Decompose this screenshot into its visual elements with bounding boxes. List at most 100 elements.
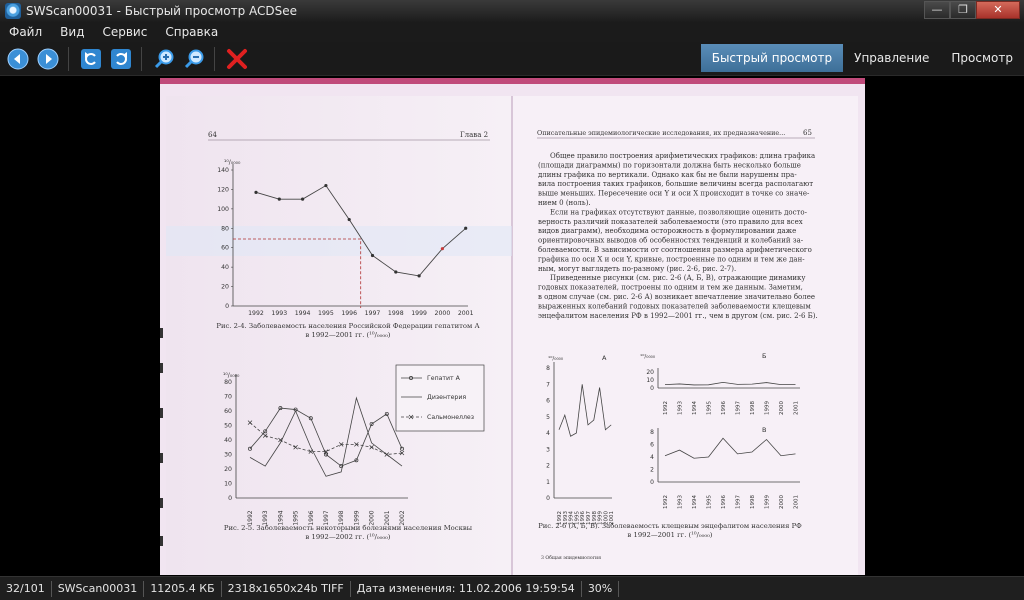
- maximize-button[interactable]: ❐: [950, 1, 976, 19]
- fig26c-label: В: [762, 426, 766, 434]
- fig26c-y-tick-label: 0: [650, 479, 654, 486]
- rotate-left-button[interactable]: [79, 47, 103, 71]
- fig24-x-tick-label: 1994: [295, 310, 311, 317]
- fig24-x-tick-label: 1995: [318, 310, 334, 317]
- fig26c-x-tick-label: 1993: [678, 495, 684, 509]
- fig26c-x-tick-label: 1995: [707, 495, 713, 509]
- menu-tools[interactable]: Сервис: [100, 25, 149, 39]
- fig24-x-tick-label: 1993: [271, 310, 287, 317]
- fig26b-y-tick-label: 0: [650, 385, 654, 392]
- next-button[interactable]: [36, 47, 60, 71]
- zoom-in-button[interactable]: [152, 47, 176, 71]
- fig25-y-tick-label: 0: [228, 495, 232, 502]
- fig26c-x-tick-label: 1998: [750, 495, 756, 509]
- fig24-x-tick-label: 2001: [458, 310, 474, 317]
- image-viewer[interactable]: 64 Глава 2 Описательные эпидемиологическ…: [0, 77, 1024, 576]
- close-button[interactable]: ✕: [976, 1, 1020, 19]
- rotate-right-button[interactable]: [109, 47, 133, 71]
- left-header: Глава 2: [460, 131, 488, 139]
- text-line: ным, могут выглядеть по-разному (рис. 2-…: [538, 265, 736, 273]
- fig24-point: [464, 226, 468, 230]
- text-line: энцефалитом населения РФ в 1992—2001 гг.…: [538, 312, 818, 320]
- fig26b-x-tick-label: 2000: [779, 401, 785, 415]
- fig24-point: [277, 197, 281, 201]
- fig26c-y-tick-label: 6: [650, 442, 654, 449]
- fig26c-x-tick-label: 2000: [779, 495, 785, 509]
- right-page-text: Общее правило построения арифметических …: [538, 152, 818, 320]
- fig26b-x-tick-label: 1994: [692, 401, 698, 415]
- fig24-y-tick-label: 80: [221, 225, 229, 232]
- page-footer-note: 3 Общая эпидемиология: [541, 554, 601, 561]
- scan-svg: 64 Глава 2 Описательные эпидемиологическ…: [160, 78, 865, 575]
- fig26a-y-tick-label: 8: [546, 365, 550, 372]
- window-title: SWScan00031 - Быстрый просмотр ACDSee: [26, 4, 298, 18]
- fig24-y-tick-label: 60: [221, 245, 229, 252]
- fig26c-x-tick-label: 1994: [692, 495, 698, 509]
- fig26c-x-tick-label: 1997: [736, 495, 742, 509]
- fig25-legend-label: Дизентерия: [427, 394, 466, 401]
- fig26-caption-line2: в 1992—2001 гг. (¹⁰/₀₀₀₀): [628, 531, 713, 539]
- window-controls: — ❐ ✕: [924, 1, 1020, 19]
- text-line: выше меньших. Пересечение оси Y и оси X …: [538, 190, 810, 198]
- fig26b-x-tick-label: 1993: [678, 401, 684, 415]
- menu-file[interactable]: Файл: [7, 25, 44, 39]
- menu-view[interactable]: Вид: [58, 25, 86, 39]
- text-line: длины графика по вертикали. Однако как б…: [538, 171, 797, 179]
- fig26a-label: А: [602, 354, 607, 362]
- text-line: болеваемости. В зависимости от соотношен…: [538, 246, 812, 254]
- tab-view[interactable]: Просмотр: [940, 44, 1024, 72]
- text-line: видов диаграмм), необходима осторожность…: [538, 227, 796, 235]
- fig24-point: [394, 270, 398, 274]
- menu-help[interactable]: Справка: [163, 25, 220, 39]
- zoom-in-icon: [154, 49, 174, 68]
- fig25-y-tick-label: 10: [224, 481, 232, 488]
- fig25-caption-line2: в 1992—2002 гг. (¹⁰/₀₀₀₀): [306, 533, 391, 541]
- scan-top-edge: [160, 78, 865, 84]
- tab-quick-view[interactable]: Быстрый просмотр: [700, 44, 844, 72]
- delete-button[interactable]: [225, 47, 249, 71]
- fig26a-y-tick-label: 6: [546, 398, 550, 405]
- fig26b-x-tick-label: 1995: [707, 401, 713, 415]
- fig25-caption-line1: Рис. 2-5. Заболеваемость некоторыми боле…: [224, 524, 473, 532]
- fig24-caption-line1: Рис. 2-4. Заболеваемость населения Росси…: [216, 322, 480, 330]
- previous-button[interactable]: [6, 47, 30, 71]
- fig24-point: [440, 247, 444, 251]
- fig25-y-tick-label: 60: [224, 408, 232, 415]
- acdsee-app-icon: [5, 3, 21, 19]
- fig26a-y-tick-label: 3: [546, 446, 550, 453]
- minimize-button[interactable]: —: [924, 1, 950, 19]
- fig24-point: [417, 274, 421, 278]
- fig24-point: [370, 253, 375, 258]
- title-bar: SWScan00031 - Быстрый просмотр ACDSee — …: [0, 0, 1024, 22]
- text-line: Если на графиках отсутствуют данные, поз…: [550, 208, 808, 216]
- menu-bar: Файл Вид Сервис Справка: [0, 22, 1024, 42]
- zoom-out-button[interactable]: [182, 47, 206, 71]
- fig25-y-tick-label: 30: [224, 452, 232, 459]
- left-page-number: 64: [208, 131, 217, 139]
- fig26b-x-tick-label: 1999: [765, 401, 771, 415]
- text-line: ориентировочных выводов об особенностях …: [538, 237, 804, 245]
- fig26-caption-line1: Рис. 2-6 (А, Б, В). Заболеваемость клеще…: [538, 522, 802, 530]
- arrow-right-icon: [37, 48, 59, 69]
- fig24-x-tick-label: 1997: [365, 310, 381, 317]
- fig24-point: [254, 190, 258, 194]
- tab-manage[interactable]: Управление: [843, 44, 940, 72]
- mode-tabs: Быстрый просмотр Управление Просмотр: [700, 44, 1024, 72]
- fig26a-y-unit: ¹⁰/₀₀₀₀: [548, 355, 564, 362]
- fig26a-y-tick-label: 4: [546, 430, 550, 437]
- toolbar-separator: [141, 46, 142, 71]
- right-page-number: 65: [803, 129, 812, 137]
- fig26b-x-tick-label: 1997: [736, 401, 742, 415]
- fig25-y-tick-label: 20: [224, 466, 232, 473]
- zoom-level[interactable]: 30%: [582, 580, 620, 597]
- fig24-y-tick-label: 140: [217, 167, 229, 174]
- fig25-y-unit: ¹⁰/₀₀₀₀: [223, 372, 240, 379]
- status-bar: 32/101 SWScan00031 11205.4 КБ 2318x1650x…: [0, 576, 1024, 600]
- fig24-x-tick-label: 2000: [435, 310, 451, 317]
- text-line: Общее правило построения арифметических …: [550, 152, 815, 160]
- fig26c-y-tick-label: 4: [650, 454, 654, 461]
- fig24-x-tick-label: 1999: [411, 310, 427, 317]
- fig26c-y-tick-label: 2: [650, 467, 654, 474]
- text-line: графика по оси X и оси Y, кривые, постро…: [538, 255, 805, 263]
- fig24-point: [347, 217, 351, 222]
